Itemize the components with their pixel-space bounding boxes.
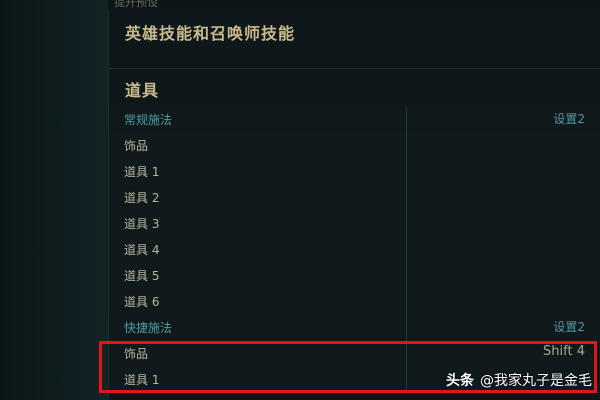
column-divider (406, 158, 407, 184)
row-label: 道具 4 (124, 243, 160, 257)
skills-section-title: 英雄技能和召唤师技能 (125, 24, 296, 43)
row-label: 道具 2 (124, 191, 160, 205)
items-section-title: 道具 (125, 81, 160, 100)
top-strip-label: 提升预设 (114, 0, 158, 9)
row-label: 道具 3 (124, 217, 160, 231)
column-divider (406, 288, 407, 314)
row-label: 道具 1 (124, 165, 160, 179)
row-label: 快捷施法 (124, 321, 173, 335)
column-divider (406, 236, 407, 262)
watermark: 头条 @我家丸子是金毛 (446, 368, 592, 392)
watermark-logo: 头条 (446, 373, 474, 389)
table-row[interactable]: 道具 4 (109, 236, 600, 263)
left-gutter (0, 0, 108, 400)
column-divider (406, 262, 407, 288)
row-binding: 设置2 (553, 320, 585, 334)
items-section: 道具 (109, 69, 600, 106)
skills-section: 英雄技能和召唤师技能 (109, 10, 600, 68)
row-label: 饰品 (124, 139, 149, 153)
column-divider (406, 132, 407, 158)
table-row[interactable]: 饰品 (109, 132, 600, 159)
column-divider (406, 184, 407, 210)
table-row[interactable]: 道具 2 (109, 184, 600, 211)
table-row[interactable]: 道具 6 (109, 288, 600, 315)
table-row-header-normal-cast[interactable]: 常规施法 设置2 (109, 106, 600, 133)
watermark-text: @我家丸子是金毛 (480, 373, 592, 389)
column-divider (406, 210, 407, 236)
table-row[interactable]: 道具 3 (109, 210, 600, 237)
table-row-header-quick-cast[interactable]: 快捷施法 设置2 (109, 314, 600, 341)
column-divider (406, 106, 407, 132)
row-label: 常规施法 (124, 113, 173, 127)
row-label: 道具 6 (124, 295, 160, 309)
column-divider (406, 314, 407, 340)
table-row[interactable]: 道具 5 (109, 262, 600, 289)
top-strip: 提升预设 (108, 0, 600, 10)
row-label: 道具 5 (124, 269, 160, 283)
table-row[interactable]: 道具 1 (109, 158, 600, 185)
row-binding: 设置2 (553, 112, 585, 126)
